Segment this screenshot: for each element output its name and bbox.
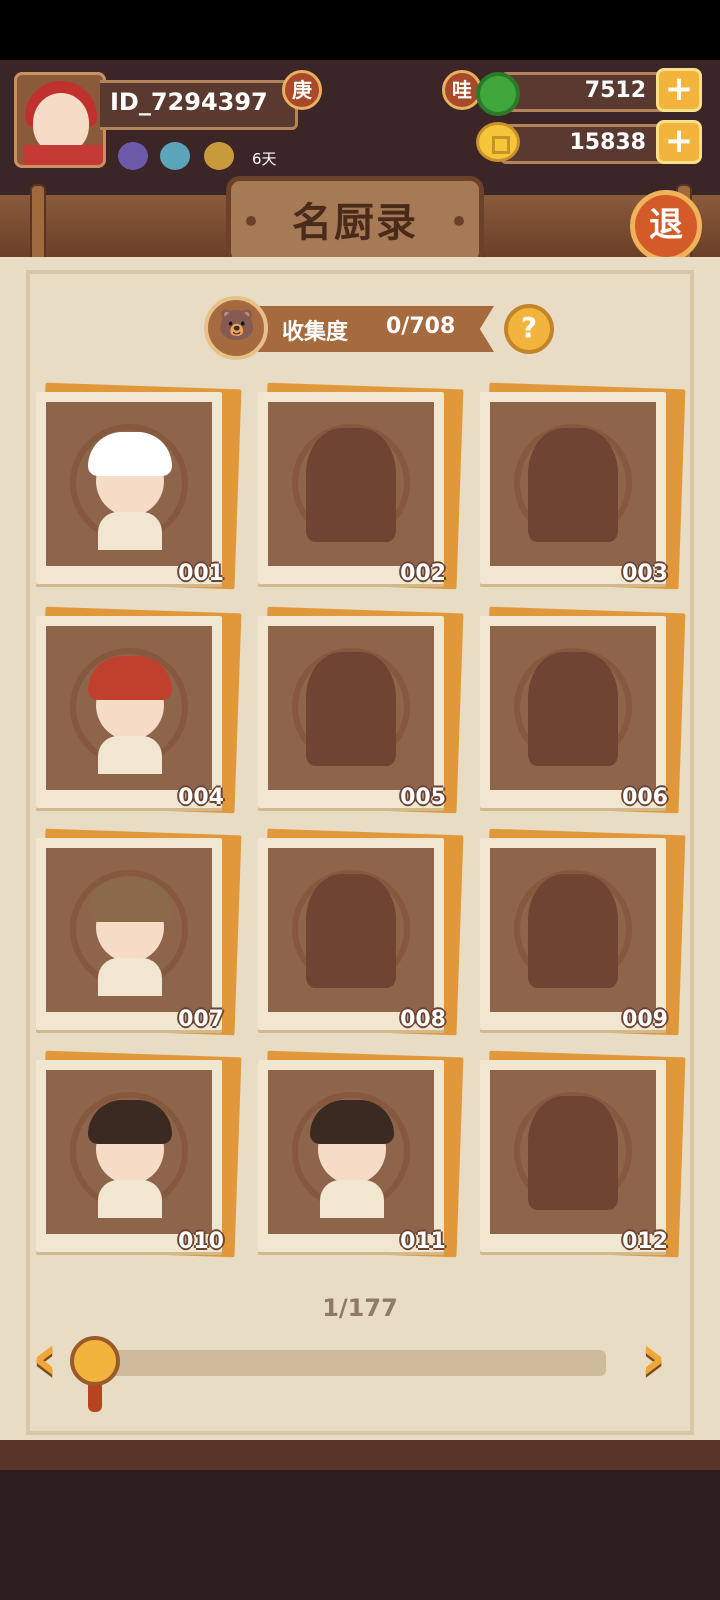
locked-silhouette xyxy=(306,428,396,542)
chef-card[interactable]: 007 xyxy=(36,828,242,1038)
prev-page-button[interactable]: ‹ xyxy=(20,1326,70,1396)
card-inner xyxy=(268,848,434,1012)
card-inner xyxy=(490,626,656,790)
locked-silhouette xyxy=(306,874,396,988)
card-number: 010 xyxy=(178,1229,224,1254)
help-button[interactable]: ? xyxy=(504,304,554,354)
card-number: 001 xyxy=(178,561,224,586)
card-inner xyxy=(490,1070,656,1234)
chef-card[interactable]: 001 xyxy=(36,382,242,592)
add-coin-button[interactable]: + xyxy=(656,120,702,164)
card-number: 003 xyxy=(622,561,668,586)
avatar-face xyxy=(33,93,89,153)
card-inner xyxy=(46,1070,212,1234)
collection-icon xyxy=(204,296,268,360)
avatar-robe xyxy=(23,145,103,165)
food-buff-icon[interactable] xyxy=(160,142,190,170)
chef-buff-icon[interactable] xyxy=(118,142,148,170)
chef-card[interactable]: 009 xyxy=(480,828,686,1038)
chef-card[interactable]: 010 xyxy=(36,1050,242,1260)
collection-value: 0/708 xyxy=(386,314,456,339)
chef-card[interactable]: 002 xyxy=(258,382,464,592)
card-inner xyxy=(490,402,656,566)
chef-body xyxy=(98,1180,162,1218)
next-page-button[interactable]: › xyxy=(628,1326,678,1396)
card-number: 011 xyxy=(400,1229,446,1254)
chef-body xyxy=(98,958,162,996)
player-avatar[interactable] xyxy=(14,72,106,168)
chef-card[interactable]: 005 xyxy=(258,606,464,816)
chef-card[interactable]: 004 xyxy=(36,606,242,816)
card-number: 012 xyxy=(622,1229,668,1254)
add-jade-button[interactable]: + xyxy=(656,68,702,112)
coin-icon xyxy=(476,122,520,162)
chef-card[interactable]: 012 xyxy=(480,1050,686,1260)
card-inner xyxy=(46,402,212,566)
card-number: 004 xyxy=(178,785,224,810)
card-inner xyxy=(268,1070,434,1234)
page-indicator: 1/177 xyxy=(322,1294,398,1322)
exit-button[interactable]: 退 xyxy=(630,190,702,262)
bottom-area xyxy=(0,1470,720,1600)
card-inner xyxy=(268,626,434,790)
card-inner xyxy=(46,626,212,790)
player-id: ID_7294397 xyxy=(110,88,268,116)
left-post xyxy=(30,184,46,268)
collection-label: 收集度 xyxy=(282,320,349,345)
tool-buff-icon[interactable] xyxy=(204,142,234,170)
page-slider-knob[interactable] xyxy=(70,1336,120,1386)
locked-silhouette xyxy=(528,874,618,988)
card-inner xyxy=(268,402,434,566)
chef-body xyxy=(320,1180,384,1218)
card-number: 006 xyxy=(622,785,668,810)
chef-card[interactable]: 006 xyxy=(480,606,686,816)
chef-card[interactable]: 008 xyxy=(258,828,464,1038)
card-number: 002 xyxy=(400,561,446,586)
chef-card[interactable]: 011 xyxy=(258,1050,464,1260)
panel-bottom-edge xyxy=(0,1440,720,1470)
card-inner xyxy=(490,848,656,1012)
card-number: 007 xyxy=(178,1007,224,1032)
chef-body xyxy=(98,736,162,774)
rank-badge[interactable]: 庚 xyxy=(282,70,322,110)
jade-icon xyxy=(476,72,520,116)
page-title: 名厨录 xyxy=(292,200,418,246)
locked-silhouette xyxy=(306,652,396,766)
buff-days-text: 6天 xyxy=(252,150,277,168)
card-number: 009 xyxy=(622,1007,668,1032)
locked-silhouette xyxy=(528,652,618,766)
page-slider-track[interactable] xyxy=(98,1350,606,1376)
card-number: 008 xyxy=(400,1007,446,1032)
card-number: 005 xyxy=(400,785,446,810)
chef-card[interactable]: 003 xyxy=(480,382,686,592)
locked-silhouette xyxy=(528,1096,618,1210)
locked-silhouette xyxy=(528,428,618,542)
card-inner xyxy=(46,848,212,1012)
system-status-bar xyxy=(0,0,720,60)
chef-body xyxy=(98,512,162,550)
